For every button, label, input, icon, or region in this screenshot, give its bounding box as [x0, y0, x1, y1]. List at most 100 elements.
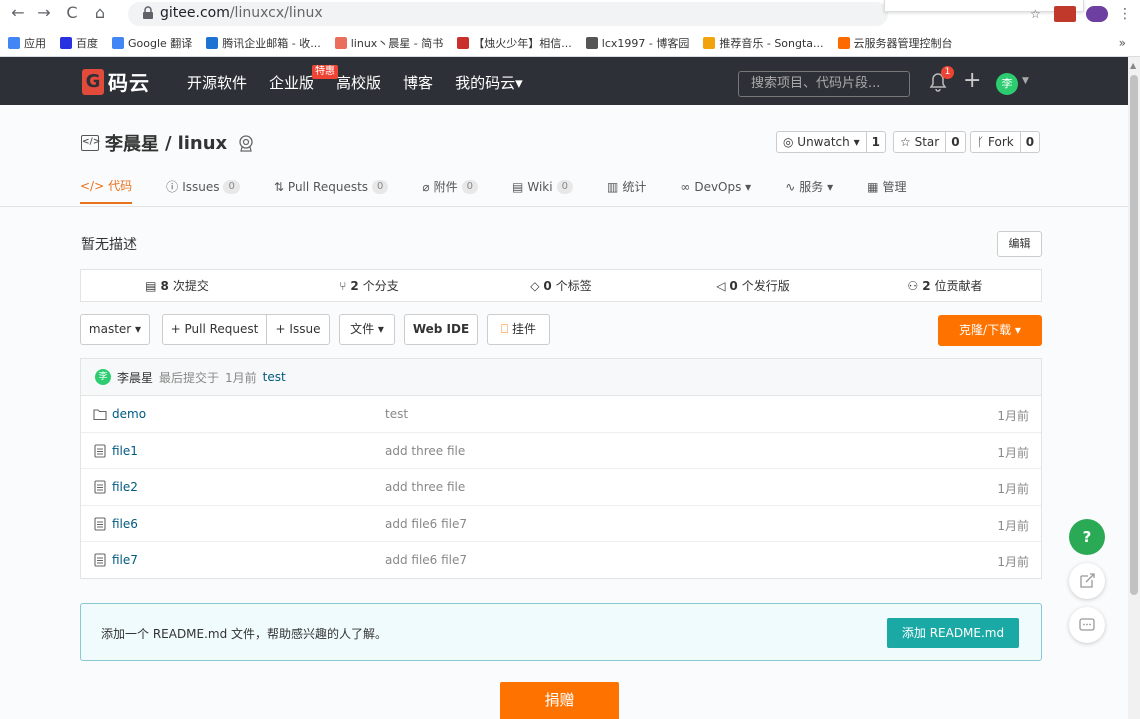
stat-releases[interactable]: ◁ 0 个发行版 [657, 270, 849, 301]
commits-icon: ▤ [145, 278, 157, 293]
web-ide-button[interactable]: Web IDE [404, 314, 478, 345]
watch-count[interactable]: 1 [867, 132, 885, 152]
bookmarks-more-button[interactable]: » [1119, 36, 1126, 50]
donate-button[interactable]: 捐赠 [500, 682, 619, 719]
bookmark-item[interactable]: lcx1997 - 博客园 [585, 35, 689, 51]
user-avatar[interactable]: 李 [996, 73, 1018, 95]
file-commit-message[interactable]: add file6 file7 [385, 517, 467, 531]
tab-statistics[interactable]: ▥ 统计 [607, 177, 646, 204]
bookmark-item[interactable]: 腾讯企业邮箱 - 收... [206, 35, 321, 51]
project-badge-icon[interactable] [237, 134, 255, 152]
code-icon: </> [80, 178, 105, 193]
bookmark-label: 应用 [24, 37, 46, 50]
file-name[interactable]: file7 [112, 553, 138, 567]
table-row[interactable]: file7 add file6 file7 1月前 [81, 542, 1041, 579]
bookmark-label: 百度 [76, 37, 98, 50]
stat-tags[interactable]: ◇ 0 个标签 [465, 270, 657, 301]
gitee-logo[interactable]: G 码云 [82, 67, 150, 96]
star-label: ☆ Star [894, 132, 947, 152]
feedback-button[interactable] [1069, 563, 1105, 599]
search-input[interactable]: 搜索项目、代码片段... [738, 71, 910, 97]
tab-count: 0 [556, 179, 573, 194]
stat-contributors[interactable]: ⚇ 2 位贡献者 [849, 270, 1041, 301]
home-icon[interactable]: ⌂ [90, 3, 110, 23]
stat-commits[interactable]: ▤ 8 次提交 [81, 270, 273, 301]
bookmark-item[interactable]: 推荐音乐 - Songta... [703, 35, 824, 51]
commit-author-avatar[interactable]: 李 [95, 369, 111, 385]
table-row[interactable]: demo test 1月前 [81, 396, 1041, 433]
tab-pull-requests[interactable]: ⇅ Pull Requests 0 [274, 177, 389, 204]
branch-select[interactable]: master ▾ [80, 314, 150, 345]
file-name[interactable]: file2 [112, 480, 138, 494]
tab-devops[interactable]: ∞ DevOps ▾ [680, 177, 751, 204]
widget-button[interactable]: ⎕ 挂件 [487, 314, 550, 345]
forward-icon[interactable]: → [34, 3, 54, 23]
bookmark-item[interactable]: linux丶晨星 - 简书 [334, 35, 443, 51]
bookmark-item[interactable]: 应用 [8, 35, 46, 51]
tab-manage[interactable]: ▦ 管理 [867, 177, 906, 204]
file-commit-message[interactable]: test [385, 407, 408, 421]
bookmark-item[interactable]: 云服务器管理控制台 [837, 35, 953, 51]
table-row[interactable]: file2 add three file 1月前 [81, 469, 1041, 506]
help-button[interactable]: ? [1069, 519, 1105, 555]
tab-wiki[interactable]: ▤ Wiki 0 [512, 177, 573, 204]
nav-open-source[interactable]: 开源软件 [187, 72, 247, 93]
unwatch-button[interactable]: ◎ Unwatch ▾ 1 [776, 131, 886, 153]
tab-issues[interactable]: ⓘ Issues 0 [166, 177, 240, 204]
file-icon [94, 553, 106, 567]
last-commit-bar: 李 李晨星 最后提交于 1月前 test [81, 359, 1041, 396]
star-button[interactable]: ☆ Star 0 [893, 131, 966, 153]
fork-button[interactable]: ᚴ Fork 0 [970, 131, 1041, 153]
tab-code[interactable]: </> 代码 [80, 177, 133, 204]
scroll-thumb[interactable] [1130, 75, 1138, 595]
stat-branches[interactable]: ⑂ 2 个分支 [273, 270, 465, 301]
file-name[interactable]: file6 [112, 517, 138, 531]
bookmark-item[interactable]: 百度 [60, 35, 98, 51]
file-commit-message[interactable]: add file6 file7 [385, 553, 467, 567]
bookmark-item[interactable]: 【烛火少年】相信... [457, 35, 572, 51]
edit-link-icon [1080, 573, 1095, 588]
project-owner[interactable]: 李晨星 [105, 130, 159, 156]
tab-label: 附件 [433, 180, 458, 194]
new-issue-button[interactable]: + Issue [266, 314, 330, 345]
add-readme-button[interactable]: 添加 README.md [887, 618, 1019, 648]
file-commit-message[interactable]: add three file [385, 444, 465, 458]
nav-education[interactable]: 高校版 [336, 72, 381, 93]
nav-blog[interactable]: 博客 [403, 72, 433, 93]
extension-icon[interactable] [1054, 6, 1076, 22]
reload-icon[interactable]: C [62, 3, 82, 23]
file-commit-message[interactable]: add three file [385, 480, 465, 494]
chevron-down-icon[interactable]: ▼ [1022, 76, 1029, 86]
scroll-up-icon[interactable]: ▲ [1130, 61, 1136, 70]
fork-count[interactable]: 0 [1021, 132, 1039, 152]
project-name[interactable]: linux [178, 133, 228, 154]
table-row[interactable]: file1 add three file 1月前 [81, 433, 1041, 470]
edit-description-button[interactable]: 编辑 [997, 231, 1042, 257]
files-dropdown[interactable]: 文件 ▾ [339, 314, 395, 345]
tab-services[interactable]: ∿ 服务 ▾ [785, 177, 833, 204]
create-plus-icon[interactable]: + [963, 70, 981, 92]
stat-number: 0 [729, 278, 738, 293]
commit-author[interactable]: 李晨星 [117, 369, 153, 386]
back-icon[interactable]: ← [8, 3, 28, 23]
menu-icon[interactable]: ⋮ [1118, 6, 1132, 22]
baidu-icon [60, 37, 72, 49]
nav-my-gitee[interactable]: 我的码云▾ [455, 72, 523, 93]
star-count[interactable]: 0 [946, 132, 964, 152]
file-name[interactable]: file1 [112, 444, 138, 458]
page-scrollbar[interactable]: ▲ [1128, 57, 1140, 719]
tab-attachments[interactable]: ⌀ 附件 0 [422, 177, 479, 204]
table-row[interactable]: file6 add file6 file7 1月前 [81, 506, 1041, 543]
widget-label: 挂件 [512, 322, 537, 336]
mail-icon [206, 37, 219, 49]
bookmark-star-icon[interactable]: ☆ [1030, 7, 1044, 21]
nav-enterprise[interactable]: 企业版 [269, 72, 314, 93]
file-name[interactable]: demo [112, 407, 146, 421]
stat-label: 个分支 [362, 279, 399, 293]
commit-message[interactable]: test [263, 370, 286, 384]
profile-icon[interactable] [1086, 6, 1108, 22]
clone-download-button[interactable]: 克隆/下载 ▾ [938, 315, 1042, 346]
new-pull-request-button[interactable]: + Pull Request [162, 314, 267, 345]
comment-button[interactable] [1069, 607, 1105, 643]
bookmark-item[interactable]: Google 翻译 [112, 35, 192, 51]
